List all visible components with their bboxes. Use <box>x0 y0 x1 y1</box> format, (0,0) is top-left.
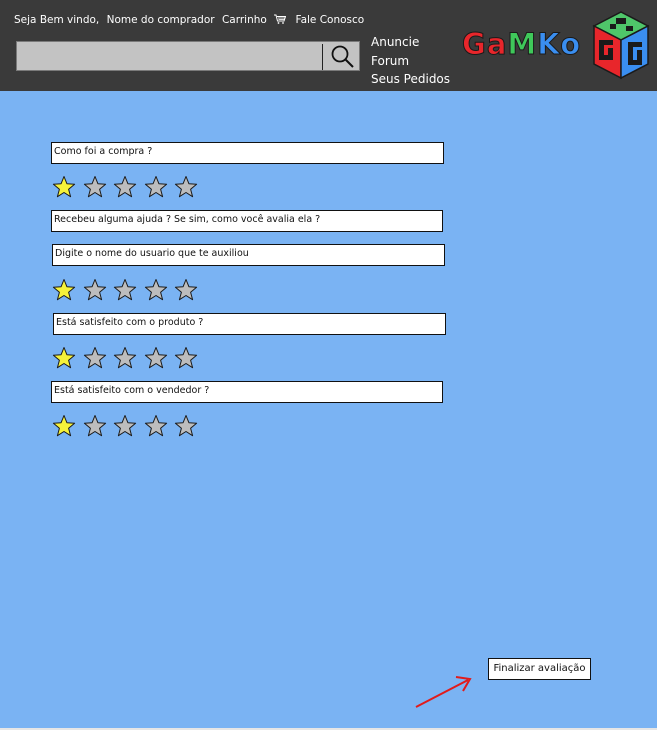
cart-icon[interactable] <box>274 14 287 24</box>
rating-stars[interactable] <box>52 175 202 199</box>
star-empty-icon[interactable] <box>83 175 107 198</box>
rating-form: Como foi a compra ? Recebeu alguma ajuda… <box>0 91 657 728</box>
contact-link[interactable]: Fale Conosco <box>296 14 365 26</box>
rating-stars[interactable] <box>52 414 202 438</box>
red-arrow-annotation <box>415 676 472 708</box>
buyer-name-link[interactable]: Nome do comprador <box>107 14 215 26</box>
star-filled-icon[interactable] <box>52 175 76 198</box>
header-bar: Seja Bem vindo, Nome do comprador Carrin… <box>0 0 657 91</box>
question-helper-name-input[interactable]: Digite o nome do usuario que te auxiliou <box>52 244 445 266</box>
star-empty-icon[interactable] <box>174 414 198 437</box>
star-empty-icon[interactable] <box>83 346 107 369</box>
star-filled-icon[interactable] <box>52 414 76 437</box>
rating-stars[interactable] <box>52 278 202 302</box>
welcome-text: Seja Bem vindo, <box>14 14 100 26</box>
brand-logo-text[interactable]: GaMKo <box>462 27 581 62</box>
search-icon[interactable] <box>329 44 357 70</box>
star-empty-icon[interactable] <box>113 175 137 198</box>
star-empty-icon[interactable] <box>174 278 198 301</box>
star-empty-icon[interactable] <box>144 175 168 198</box>
star-filled-icon[interactable] <box>52 346 76 369</box>
star-empty-icon[interactable] <box>113 346 137 369</box>
star-empty-icon[interactable] <box>144 414 168 437</box>
star-empty-icon[interactable] <box>83 278 107 301</box>
star-empty-icon[interactable] <box>144 346 168 369</box>
nav-item-seus-pedidos[interactable]: Seus Pedidos <box>371 70 450 89</box>
nav-links: Anuncie Forum Seus Pedidos <box>371 33 450 89</box>
star-filled-icon[interactable] <box>52 278 76 301</box>
cart-link[interactable]: Carrinho <box>222 14 267 26</box>
question-product[interactable]: Está satisfeito com o produto ? <box>53 313 446 335</box>
search-input[interactable] <box>16 41 360 71</box>
nav-item-forum[interactable]: Forum <box>371 52 450 71</box>
question-seller[interactable]: Está satisfeito com o vendedor ? <box>51 381 443 403</box>
top-links: Seja Bem vindo, Nome do comprador Carrin… <box>14 14 368 26</box>
star-empty-icon[interactable] <box>113 414 137 437</box>
question-purchase[interactable]: Como foi a compra ? <box>51 142 444 164</box>
nav-item-anuncie[interactable]: Anuncie <box>371 33 450 52</box>
star-empty-icon[interactable] <box>113 278 137 301</box>
star-empty-icon[interactable] <box>174 175 198 198</box>
star-empty-icon[interactable] <box>83 414 107 437</box>
star-empty-icon[interactable] <box>144 278 168 301</box>
finish-review-button[interactable]: Finalizar avaliação <box>488 658 591 680</box>
star-empty-icon[interactable] <box>174 346 198 369</box>
search-divider <box>322 44 323 70</box>
rating-stars[interactable] <box>52 346 202 370</box>
question-help[interactable]: Recebeu alguma ajuda ? Se sim, como você… <box>51 210 443 232</box>
logo-cube-icon[interactable] <box>590 10 652 80</box>
